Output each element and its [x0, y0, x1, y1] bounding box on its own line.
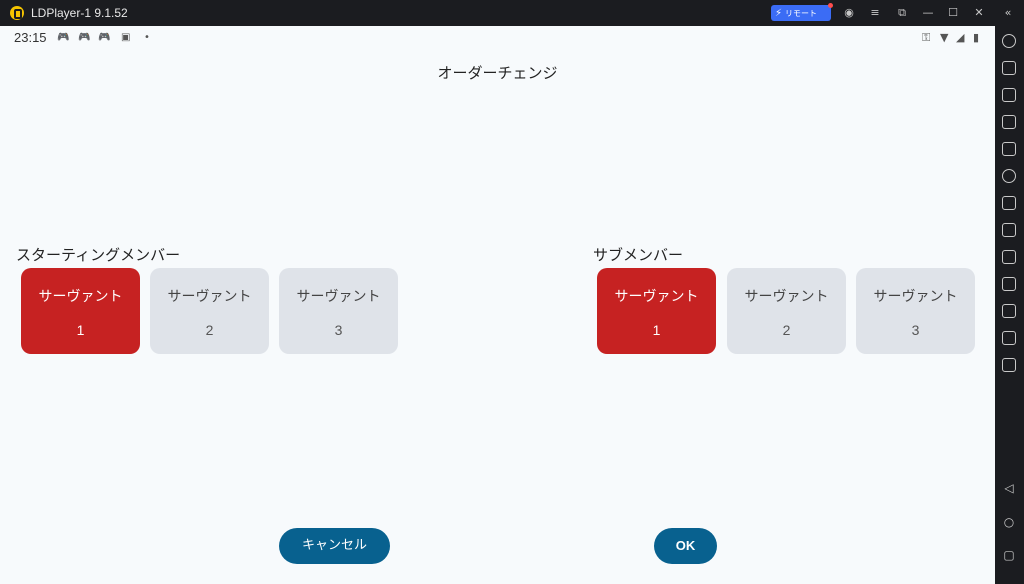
wifi-icon: ▼ — [940, 31, 949, 44]
app-notification-icon: ▣ — [121, 32, 131, 43]
card-name: サーヴァント — [38, 289, 123, 305]
gamepad-icon: 🎮 — [78, 32, 91, 43]
lightning-icon: ⚡ — [775, 7, 783, 19]
remote-label: リモート — [785, 8, 818, 18]
back-icon[interactable]: ◁ — [1002, 481, 1016, 495]
scissors-icon[interactable] — [1002, 250, 1016, 264]
page-title: オーダーチェンジ — [437, 64, 558, 82]
collapse-sidebar-icon[interactable]: « — [1000, 5, 1016, 21]
maximize-icon[interactable]: ☐ — [945, 5, 961, 21]
card-name: サーヴァント — [873, 289, 958, 305]
sub-members-label: サブメンバー — [593, 246, 684, 264]
operation-record-icon[interactable] — [1002, 223, 1016, 237]
recents-icon[interactable]: ▢ — [1002, 548, 1016, 562]
sub-member-card-1[interactable]: サーヴァント 1 — [597, 268, 716, 354]
signal-icon: ◢ — [956, 31, 965, 44]
card-number: 2 — [205, 322, 214, 338]
home-icon[interactable]: ○ — [1002, 515, 1016, 529]
remote-button[interactable]: ⚡ リモート — [771, 3, 833, 21]
card-number: 1 — [652, 322, 661, 338]
starting-member-card-2[interactable]: サーヴァント 2 — [150, 268, 269, 354]
starting-member-card-1[interactable]: サーヴァント 1 — [21, 268, 140, 354]
card-number: 2 — [782, 322, 791, 338]
notification-dot — [828, 3, 833, 8]
window-titlebar: LDPlayer-1 9.1.52 ⚡ リモート ◉ ≡ ⧉ — ☐ ✕ « — [0, 0, 1024, 26]
popout-icon[interactable]: ⧉ — [894, 5, 910, 21]
status-bar: 23:15 🎮 🎮 🎮 ▣ • ⚿ ▼ ◢ ▮ — [0, 26, 995, 50]
starting-member-card-3[interactable]: サーヴァント 3 — [279, 268, 398, 354]
card-number: 1 — [76, 322, 85, 338]
more-icon[interactable] — [1002, 358, 1016, 372]
card-name: サーヴァント — [614, 289, 699, 305]
gamepad-icon: 🎮 — [57, 32, 70, 43]
card-name: サーヴァント — [744, 289, 829, 305]
close-icon[interactable]: ✕ — [971, 5, 987, 21]
volume-down-icon[interactable] — [1002, 115, 1016, 129]
key-icon: ⚿ — [922, 31, 931, 44]
cancel-button[interactable]: キャンセル — [279, 528, 390, 564]
menu-icon[interactable]: ≡ — [867, 5, 883, 21]
ldplayer-logo-icon — [10, 6, 24, 20]
card-number: 3 — [334, 322, 343, 338]
starting-members-label: スターティングメンバー — [16, 246, 181, 264]
ok-button[interactable]: OK — [654, 528, 717, 564]
card-name: サーヴァント — [167, 289, 252, 305]
record-icon[interactable] — [1002, 196, 1016, 210]
settings-icon[interactable] — [1002, 34, 1016, 48]
emulator-sidebar: ◁ ○ ▢ — [995, 26, 1024, 584]
volume-up-icon[interactable] — [1002, 88, 1016, 102]
battery-icon: ▮ — [973, 31, 980, 44]
card-number: 3 — [911, 322, 920, 338]
fullscreen-icon[interactable] — [1002, 142, 1016, 156]
status-time: 23:15 — [14, 30, 47, 45]
more-notifications-dot-icon: • — [144, 32, 150, 43]
window-title: LDPlayer-1 9.1.52 — [31, 6, 128, 20]
sync-icon[interactable] — [1002, 304, 1016, 318]
sub-member-card-3[interactable]: サーヴァント 3 — [856, 268, 975, 354]
android-screen: 23:15 🎮 🎮 🎮 ▣ • ⚿ ▼ ◢ ▮ オーダーチェンジ スターティング… — [0, 26, 995, 584]
video-icon[interactable] — [1002, 277, 1016, 291]
sub-member-card-2[interactable]: サーヴァント 2 — [727, 268, 846, 354]
gamepad-icon: 🎮 — [98, 32, 111, 43]
account-icon[interactable]: ◉ — [841, 5, 857, 21]
shake-icon[interactable] — [1002, 331, 1016, 345]
minimize-icon[interactable]: — — [920, 5, 936, 21]
keyboard-mapping-icon[interactable] — [1002, 61, 1016, 75]
apk-install-icon[interactable] — [1002, 169, 1016, 183]
card-name: サーヴァント — [296, 289, 381, 305]
